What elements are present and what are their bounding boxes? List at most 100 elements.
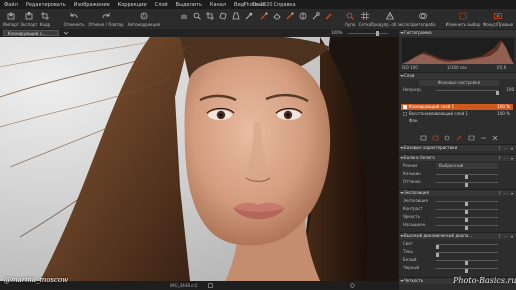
export-label: Экспорт (20, 21, 38, 27)
loupe-icon (346, 12, 355, 21)
proof-button[interactable]: Цветопроба (408, 9, 438, 29)
menu-bar: Файл Редактировать Изображение Коррекции… (0, 0, 516, 9)
wb-kelvin-slider[interactable] (436, 174, 498, 179)
menu-window[interactable]: Окно (248, 2, 269, 8)
auto-adjust-button[interactable]: A Автокоррекция (126, 9, 162, 29)
hdr-header[interactable]: Высокий динамический диапа... ? ⋯ ▾ (399, 232, 516, 239)
wb-kelvin-row: Кельвин (399, 171, 516, 179)
annotation-tool-icon[interactable] (325, 12, 333, 22)
focus-preview-button[interactable]: Фокус/Превью (481, 9, 515, 29)
portrait-photo (0, 37, 398, 281)
svg-text:A: A (142, 14, 145, 19)
menu-edit[interactable]: Редактировать (22, 2, 70, 8)
export-button[interactable]: Экспорт (20, 9, 38, 29)
zoom-level[interactable]: 100% (331, 30, 342, 35)
histogram-header[interactable]: Гистограмма (399, 29, 516, 36)
wb-picker-icon[interactable] (245, 12, 253, 22)
highlights-slider[interactable] (436, 244, 498, 249)
layer-item-clone[interactable]: Клонирующий слой 1 100 % (401, 104, 513, 110)
layers-header[interactable]: Слои (399, 72, 516, 79)
menu-select[interactable]: Выделить (172, 2, 206, 8)
opacity-slider-knob[interactable] (496, 91, 499, 95)
layer-item-background[interactable]: Фон (401, 118, 513, 124)
import-button[interactable]: Импорт (2, 9, 20, 29)
saturation-label: Насыщенн. (403, 222, 427, 227)
menu-file[interactable]: Файл (0, 2, 22, 8)
brush-tool-icon[interactable] (260, 12, 268, 22)
opacity-label: Непрозр. (403, 87, 423, 92)
exposure-warning-button[interactable]: Предупр. об экспо (371, 9, 409, 29)
zoom-tool-icon[interactable] (193, 12, 201, 22)
before-after-icon[interactable] (208, 283, 213, 290)
layer-name: Клонирующий слой 1 (409, 104, 455, 109)
layer-name: Фон (409, 118, 418, 123)
photo-viewer[interactable] (0, 37, 398, 281)
watermark-left: @marina_moscow (4, 276, 69, 284)
crop-icon (41, 12, 50, 21)
slider-knob[interactable] (465, 183, 468, 187)
pan-tool-icon[interactable] (180, 12, 188, 22)
slider-knob[interactable] (465, 226, 468, 230)
rotate-tool-icon[interactable] (219, 12, 227, 22)
exposure-slider[interactable] (436, 201, 498, 206)
histogram-aperture: f/5.6 (497, 65, 507, 70)
opacity-value[interactable]: 100 (506, 87, 514, 93)
wb-kelvin-label: Кельвин (403, 171, 421, 176)
crop-button[interactable]: Кадр (38, 9, 52, 29)
whites-slider[interactable] (436, 260, 498, 265)
shadows-slider[interactable] (436, 252, 498, 257)
base-characteristics-title: Базовые характеристики (404, 145, 458, 150)
brightness-slider[interactable] (436, 217, 498, 222)
layer-checkbox-icon[interactable] (403, 112, 407, 118)
change-selection-button[interactable]: Изменить выбор (446, 9, 480, 29)
eraser-tool-icon[interactable] (273, 12, 281, 22)
loupe-label: Лупа (344, 21, 356, 27)
header-controls-icon[interactable]: ? ⋯ ▾ (498, 146, 514, 151)
white-balance-title: Баланс белого (404, 155, 435, 160)
hdr-title: Высокий динамический диапа... (404, 233, 473, 238)
menu-adjustments[interactable]: Коррекции (114, 2, 151, 8)
layer-selector[interactable]: Клонирующий с... (3, 30, 59, 36)
exposure-label: Экспозиция (403, 198, 428, 203)
grid-label: Сетка (358, 21, 372, 27)
header-controls-icon[interactable]: ? ⋯ ▾ (498, 191, 514, 196)
menu-layer[interactable]: Слой (151, 2, 172, 8)
contrast-slider[interactable] (436, 209, 498, 214)
background-settings[interactable]: Фоновые настройки (419, 80, 499, 86)
header-controls-icon[interactable]: ? ⋯ ▾ (498, 234, 514, 239)
header-controls-icon[interactable]: ? ⋯ ▾ (498, 156, 514, 161)
exposure-header[interactable]: Экспозиция ? ⋯ ▾ (399, 189, 516, 196)
highlights-label: Свет (403, 241, 413, 246)
wb-mode-select[interactable]: Выбранный (436, 163, 498, 169)
color-picker-icon[interactable] (312, 12, 320, 22)
undo-label: Отменить (63, 21, 85, 27)
base-characteristics-header[interactable]: Базовые характеристики ? ⋯ ▾ (399, 144, 516, 151)
slider-knob[interactable] (465, 269, 468, 273)
main-toolbar: Импорт Экспорт Кадр Отменить Отмена / По… (0, 9, 516, 34)
wb-tint-slider[interactable] (436, 182, 498, 187)
blacks-slider[interactable] (436, 268, 498, 273)
white-balance-header[interactable]: Баланс белого ? ⋯ ▾ (399, 154, 516, 161)
gradient-tool-icon[interactable] (286, 12, 294, 22)
saturation-slider[interactable] (436, 225, 498, 230)
export-icon (25, 12, 34, 21)
loupe-button[interactable]: Лупа (343, 9, 357, 29)
clone-tool-icon[interactable] (299, 12, 307, 22)
opacity-slider[interactable] (436, 90, 499, 95)
menu-help[interactable]: Справка (269, 2, 299, 8)
keystone-tool-icon[interactable] (232, 12, 240, 22)
wb-mode-row: Режим Выбранный (399, 163, 516, 169)
menu-channel[interactable]: Канал (206, 2, 230, 8)
status-settings-icon[interactable] (350, 283, 355, 290)
redo-label: Отмена / Повтор (88, 21, 124, 27)
menu-image[interactable]: Изображение (70, 2, 114, 8)
whites-label: Белый (403, 257, 417, 262)
proof-icon (419, 12, 428, 21)
undo-button[interactable]: Отменить (62, 9, 86, 29)
menu-view[interactable]: Вид (230, 2, 248, 8)
grid-icon (361, 12, 370, 21)
layer-checkbox-icon[interactable] (403, 105, 407, 111)
redo-button[interactable]: Отмена / Повтор (86, 9, 126, 29)
crop-tool-icon[interactable] (206, 12, 214, 22)
layer-item-heal[interactable]: Восстанавливающий слой 1 100 % (401, 111, 513, 117)
